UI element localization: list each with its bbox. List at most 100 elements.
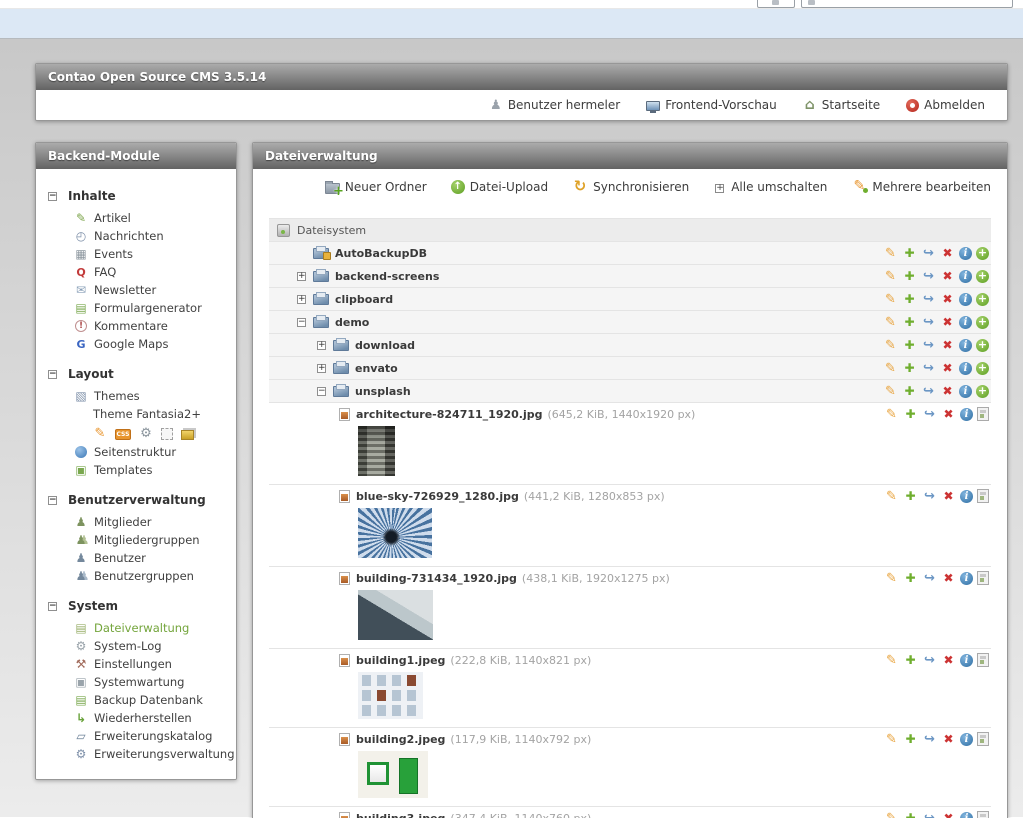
file-name[interactable]: blue-sky-726929_1280.jpg bbox=[356, 490, 519, 503]
folder-name[interactable]: unsplash bbox=[355, 385, 411, 398]
info-icon[interactable] bbox=[960, 654, 973, 667]
folder-name[interactable]: clipboard bbox=[335, 293, 393, 306]
info-icon[interactable] bbox=[959, 362, 972, 375]
info-icon[interactable] bbox=[959, 293, 972, 306]
duplicate-icon[interactable] bbox=[903, 732, 918, 747]
duplicate-icon[interactable] bbox=[902, 292, 917, 307]
move-icon[interactable] bbox=[922, 407, 937, 422]
file-name[interactable]: building-731434_1920.jpg bbox=[356, 572, 517, 585]
sidebar-item-templates[interactable]: Templates bbox=[48, 461, 224, 479]
info-icon[interactable] bbox=[959, 385, 972, 398]
header-link-abmelden[interactable]: Abmelden bbox=[906, 98, 985, 112]
edit-icon[interactable] bbox=[884, 407, 899, 422]
delete-icon[interactable] bbox=[941, 571, 956, 586]
sidebar-item-mitglieder[interactable]: Mitglieder bbox=[48, 513, 224, 531]
sidebar-item-nachrichten[interactable]: Nachrichten bbox=[48, 227, 224, 245]
collapse-toggle-icon[interactable]: − bbox=[48, 496, 57, 505]
collapse-toggle-icon[interactable]: − bbox=[48, 602, 57, 611]
duplicate-icon[interactable] bbox=[902, 384, 917, 399]
collapse-toggle-icon[interactable]: − bbox=[48, 192, 57, 201]
upload-into-icon[interactable] bbox=[976, 247, 989, 260]
toolbar-button-mehrere-bearbeiten[interactable]: Mehrere bearbeiten bbox=[851, 179, 991, 194]
toolbar-button-synchronisieren[interactable]: Synchronisieren bbox=[572, 179, 689, 194]
move-icon[interactable] bbox=[921, 338, 936, 353]
folder-name[interactable]: demo bbox=[335, 316, 369, 329]
edit-icon[interactable] bbox=[883, 269, 898, 284]
collapse-toggle-icon[interactable]: − bbox=[297, 318, 306, 327]
duplicate-icon[interactable] bbox=[903, 811, 918, 818]
duplicate-icon[interactable] bbox=[903, 407, 918, 422]
move-icon[interactable] bbox=[922, 571, 937, 586]
delete-icon[interactable] bbox=[940, 315, 955, 330]
delete-icon[interactable] bbox=[940, 384, 955, 399]
info-icon[interactable] bbox=[960, 490, 973, 503]
folder-name[interactable]: backend-screens bbox=[335, 270, 439, 283]
sidebar-item-mitgliedergruppen[interactable]: Mitgliedergruppen bbox=[48, 531, 224, 549]
collapse-toggle-icon[interactable]: − bbox=[48, 370, 57, 379]
image-edit-icon[interactable] bbox=[977, 732, 989, 746]
sidebar-item-themes[interactable]: Themes bbox=[48, 387, 224, 405]
header-link-frontend-vorschau[interactable]: Frontend-Vorschau bbox=[646, 98, 777, 112]
expand-toggle-icon[interactable]: + bbox=[297, 295, 306, 304]
edit-icon[interactable] bbox=[884, 571, 899, 586]
delete-icon[interactable] bbox=[940, 292, 955, 307]
edit-icon[interactable] bbox=[883, 361, 898, 376]
css-icon[interactable] bbox=[115, 429, 131, 440]
header-link-benutzer-hermeler[interactable]: Benutzer hermeler bbox=[489, 98, 620, 112]
delete-icon[interactable] bbox=[941, 653, 956, 668]
duplicate-icon[interactable] bbox=[903, 489, 918, 504]
folder-name[interactable]: AutoBackupDB bbox=[335, 247, 427, 260]
move-icon[interactable] bbox=[921, 246, 936, 261]
delete-icon[interactable] bbox=[940, 269, 955, 284]
thumbnail-building2-jpeg[interactable] bbox=[358, 751, 428, 798]
edit-icon[interactable] bbox=[884, 489, 899, 504]
delete-icon[interactable] bbox=[940, 361, 955, 376]
move-icon[interactable] bbox=[922, 653, 937, 668]
move-icon[interactable] bbox=[922, 732, 937, 747]
expand-toggle-icon[interactable]: + bbox=[317, 341, 326, 350]
duplicate-icon[interactable] bbox=[902, 338, 917, 353]
collapse-toggle-icon[interactable]: − bbox=[317, 387, 326, 396]
move-icon[interactable] bbox=[921, 361, 936, 376]
sidebar-item-artikel[interactable]: Artikel bbox=[48, 209, 224, 227]
duplicate-icon[interactable] bbox=[902, 315, 917, 330]
toolbar-button-alle-umschalten[interactable]: Alle umschalten bbox=[713, 180, 827, 194]
delete-icon[interactable] bbox=[940, 246, 955, 261]
edit-icon[interactable] bbox=[883, 246, 898, 261]
move-icon[interactable] bbox=[922, 489, 937, 504]
info-icon[interactable] bbox=[960, 408, 973, 421]
folder-name[interactable]: envato bbox=[355, 362, 398, 375]
modules-icon[interactable] bbox=[161, 428, 173, 440]
sidebar-item-systemwartung[interactable]: Systemwartung bbox=[48, 673, 224, 691]
sidebar-item-events[interactable]: Events bbox=[48, 245, 224, 263]
file-name[interactable]: building3.jpeg bbox=[356, 812, 445, 818]
upload-into-icon[interactable] bbox=[976, 270, 989, 283]
sidebar-item-kommentare[interactable]: Kommentare bbox=[48, 317, 224, 335]
sidebar-section-header-benutzerverwaltung[interactable]: −Benutzerverwaltung bbox=[48, 493, 224, 507]
sidebar-item-backup-datenbank[interactable]: Backup Datenbank bbox=[48, 691, 224, 709]
file-name[interactable]: architecture-824711_1920.jpg bbox=[356, 408, 542, 421]
upload-into-icon[interactable] bbox=[976, 316, 989, 329]
info-icon[interactable] bbox=[960, 572, 973, 585]
move-icon[interactable] bbox=[922, 811, 937, 818]
sidebar-item-wiederherstellen[interactable]: Wiederherstellen bbox=[48, 709, 224, 727]
edit-icon[interactable] bbox=[884, 653, 899, 668]
duplicate-icon[interactable] bbox=[903, 653, 918, 668]
info-icon[interactable] bbox=[959, 247, 972, 260]
sidebar-item-google-maps[interactable]: Google Maps bbox=[48, 335, 224, 353]
pencil-icon[interactable] bbox=[93, 426, 107, 440]
delete-icon[interactable] bbox=[940, 338, 955, 353]
info-icon[interactable] bbox=[959, 339, 972, 352]
upload-into-icon[interactable] bbox=[976, 362, 989, 375]
image-edit-icon[interactable] bbox=[977, 653, 989, 667]
sidebar-item-einstellungen[interactable]: Einstellungen bbox=[48, 655, 224, 673]
image-edit-icon[interactable] bbox=[977, 811, 989, 818]
image-edit-icon[interactable] bbox=[977, 571, 989, 585]
move-icon[interactable] bbox=[921, 315, 936, 330]
toolbar-button-neuer-ordner[interactable]: Neuer Ordner bbox=[325, 180, 427, 194]
upload-into-icon[interactable] bbox=[976, 385, 989, 398]
duplicate-icon[interactable] bbox=[903, 571, 918, 586]
sidebar-item-dateiverwaltung[interactable]: Dateiverwaltung bbox=[48, 619, 224, 637]
sidebar-item-seitenstruktur[interactable]: Seitenstruktur bbox=[48, 443, 224, 461]
move-icon[interactable] bbox=[921, 292, 936, 307]
